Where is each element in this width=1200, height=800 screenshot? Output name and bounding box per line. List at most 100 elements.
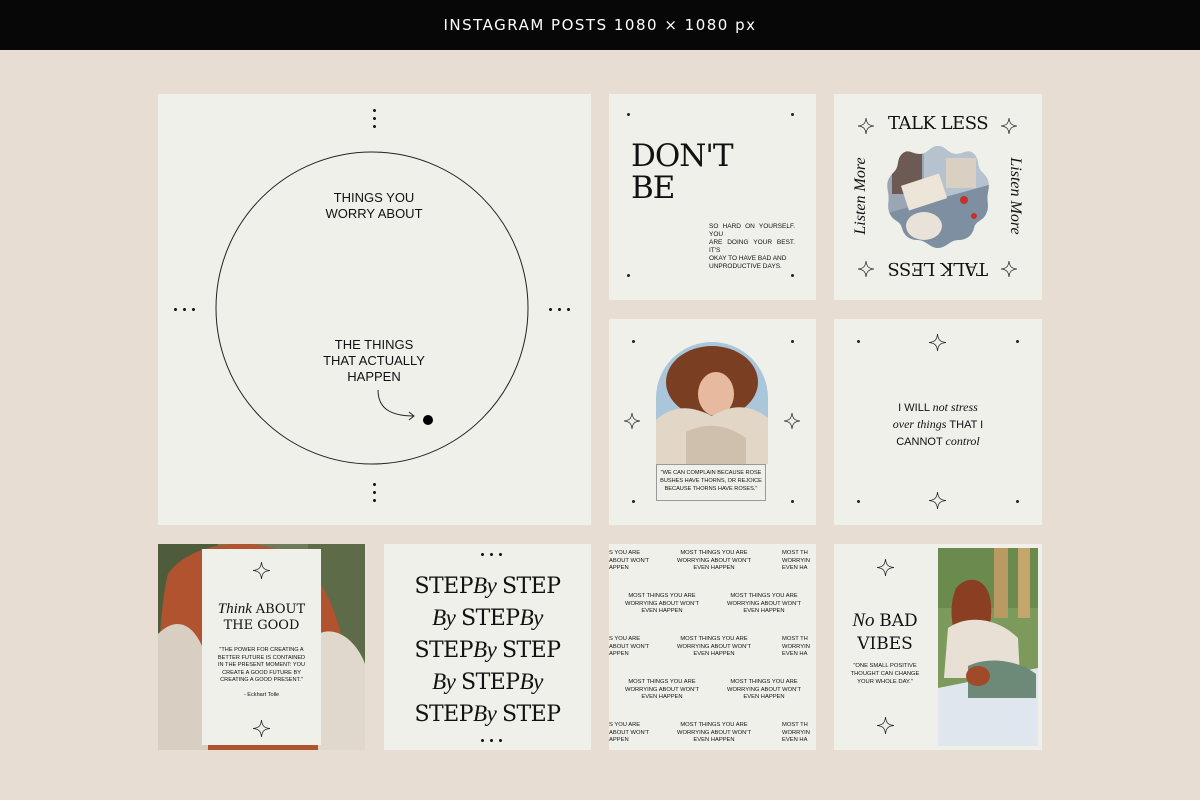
text-line: BECAUSE THORNS HAVE ROSES." — [664, 486, 758, 492]
text-line: MOST THINGS YOU ARE — [730, 679, 798, 685]
text-line: STEP — [501, 574, 561, 599]
text-line: By — [473, 637, 497, 662]
text-line: By — [519, 605, 544, 630]
dont-be-body: SO HARD ON YOURSELF. YOU ARE DOING YOUR … — [709, 223, 795, 271]
dots-horizontal-icon — [549, 308, 570, 311]
text-line: APPEN — [609, 651, 629, 657]
corner-dot — [627, 274, 630, 277]
text-line: EVEN HAPPEN — [641, 694, 683, 700]
text-line: By — [473, 573, 497, 598]
dots-horizontal-icon — [481, 553, 502, 556]
text-line: BUSHES HAVE THORNS, OR REJOICE — [660, 478, 762, 484]
text-line: THE THINGS — [334, 337, 414, 352]
text-line: THE GOOD — [223, 618, 300, 633]
text-line: IN THE PRESENT MOMENT: YOU — [217, 662, 306, 668]
text-line: MOST TH — [782, 722, 808, 728]
dots-horizontal-icon — [174, 308, 195, 311]
text-line: BAD — [879, 611, 918, 631]
corner-dot — [632, 340, 635, 343]
dont-be-title: DON'T BE — [631, 140, 734, 206]
corner-dot — [857, 340, 860, 343]
post-think-good: Think ABOUT THE GOOD "THE POWER FOR CREA… — [158, 544, 365, 750]
text-block: No BAD — [834, 610, 936, 633]
sparkle-icon — [877, 717, 894, 734]
text-line: WORRYING ABOUT WON'T — [624, 600, 699, 607]
text-block: MOST THINGS YOU ARE WORRYING ABOUT WON'T E… — [669, 550, 759, 573]
text-line: EVEN HAPPEN — [641, 608, 683, 614]
text-line: EVEN HAPPEN — [743, 608, 785, 614]
sparkle-icon — [1001, 261, 1017, 277]
text-line: STEP — [501, 702, 561, 727]
text-block: STEPBy STEP — [384, 634, 591, 666]
photo-reading-book — [887, 146, 989, 248]
post-circle-worry: THINGS YOU WORRY ABOUT THE THINGS THAT A… — [158, 94, 591, 525]
text-line: ABOUT — [255, 602, 306, 617]
text-line: "WE CAN COMPLAIN BECAUSE ROSE — [660, 470, 762, 476]
curved-arrow-icon — [377, 389, 415, 421]
text-line: STEP — [414, 574, 474, 599]
sparkle-icon — [624, 413, 640, 429]
text-block: S YOU ARE ABOUT WON'T APPEN — [609, 722, 649, 745]
text-line: WORRYING ABOUT WON'T — [726, 686, 801, 693]
text-line: MOST TH — [782, 636, 808, 642]
listen-more-right: Listen More — [1007, 157, 1024, 235]
text-line: EVEN HA — [782, 565, 808, 571]
rose-quote-box: "WE CAN COMPLAIN BECAUSE ROSE BUSHES HAV… — [656, 464, 766, 501]
text-block: MOST THINGS YOU ARE WORRYING ABOUT WON'T E… — [719, 593, 809, 616]
text-line: CREATING A GOOD PRESENT." — [220, 677, 303, 683]
text-block: By STEPBy — [384, 666, 591, 698]
talk-less-top: TALK LESS — [887, 113, 989, 134]
filled-dot-icon — [423, 415, 433, 425]
sparkle-icon — [858, 261, 874, 277]
text-block: MOST TH WORRYIN EVEN HA — [782, 636, 810, 659]
step-by-step-text: STEPBy STEP By STEPBy STEPBy STEP By STE… — [384, 570, 591, 730]
sparkle-icon — [877, 559, 894, 576]
text-line: ARE DOING YOUR BEST. IT'S — [709, 239, 795, 254]
text-block: S YOU ARE ABOUT WON'T APPEN — [609, 550, 649, 573]
text-line: BE — [631, 170, 675, 206]
text-line: WORRYIN — [782, 643, 810, 650]
text-line: ABOUT WON'T — [609, 729, 650, 736]
talk-less-bottom: TALK LESS — [887, 258, 989, 279]
text-line: MOST THINGS YOU ARE — [730, 593, 798, 599]
text-block: MOST THINGS YOU ARE WORRYING ABOUT WON'T E… — [719, 679, 809, 702]
text-line: BETTER FUTURE IS CONTAINED — [217, 654, 306, 661]
text-line: CANNOT — [896, 436, 946, 448]
no-bad-vibes-quote: "ONE SMALL POSITIVE THOUGHT CAN CHANGE Y… — [834, 662, 936, 686]
text-block: By STEPBy — [384, 602, 591, 634]
text-line: THOUGHT CAN CHANGE — [850, 671, 920, 677]
text-line: WORRY ABOUT — [325, 206, 423, 221]
happen-text: THE THINGS THAT ACTUALLY HAPPEN — [274, 337, 474, 385]
text-line: I WILL — [898, 402, 933, 414]
sparkle-icon — [253, 720, 270, 737]
think-good-title: Think ABOUT THE GOOD — [202, 601, 321, 634]
sparkle-icon — [1001, 118, 1017, 134]
text-line: MOST THINGS YOU ARE — [680, 636, 748, 642]
text-line: STEP — [414, 702, 474, 727]
corner-dot — [791, 113, 794, 116]
post-talk-less: TALK LESS TALK LESS Listen More Listen M… — [834, 94, 1042, 300]
text-line: MOST THINGS YOU ARE — [628, 679, 696, 685]
text-line: S YOU ARE — [609, 722, 641, 728]
corner-dot — [857, 500, 860, 503]
post-not-stress: I WILL not stress over things THAT I CAN… — [834, 319, 1042, 525]
text-block: CANNOT control — [848, 433, 1028, 450]
listen-more-left: Listen More — [852, 157, 869, 235]
corner-dot — [791, 340, 794, 343]
dots-horizontal-icon — [481, 739, 502, 742]
text-line: By — [432, 669, 456, 694]
text-line: WORRYIN — [782, 557, 810, 564]
text-line: By — [519, 669, 544, 694]
text-line: THAT ACTUALLY — [323, 353, 425, 368]
header-title: INSTAGRAM POSTS 1080 × 1080 px — [443, 16, 757, 34]
text-block: MOST THINGS YOU ARE WORRYING ABOUT WON'T E… — [669, 636, 759, 659]
text-line: VIBES — [857, 634, 913, 654]
text-line: S YOU ARE — [609, 550, 641, 556]
text-line: STEP — [414, 638, 474, 663]
worry-text: THINGS YOU WORRY ABOUT — [274, 190, 474, 222]
text-line: S YOU ARE — [609, 636, 641, 642]
text-line: WORRYING ABOUT WON'T — [624, 686, 699, 693]
text-block: MOST THINGS YOU ARE WORRYING ABOUT WON'T E… — [617, 679, 707, 702]
sparkle-icon — [929, 492, 946, 509]
not-stress-text: I WILL not stress over things THAT I CAN… — [848, 399, 1028, 450]
